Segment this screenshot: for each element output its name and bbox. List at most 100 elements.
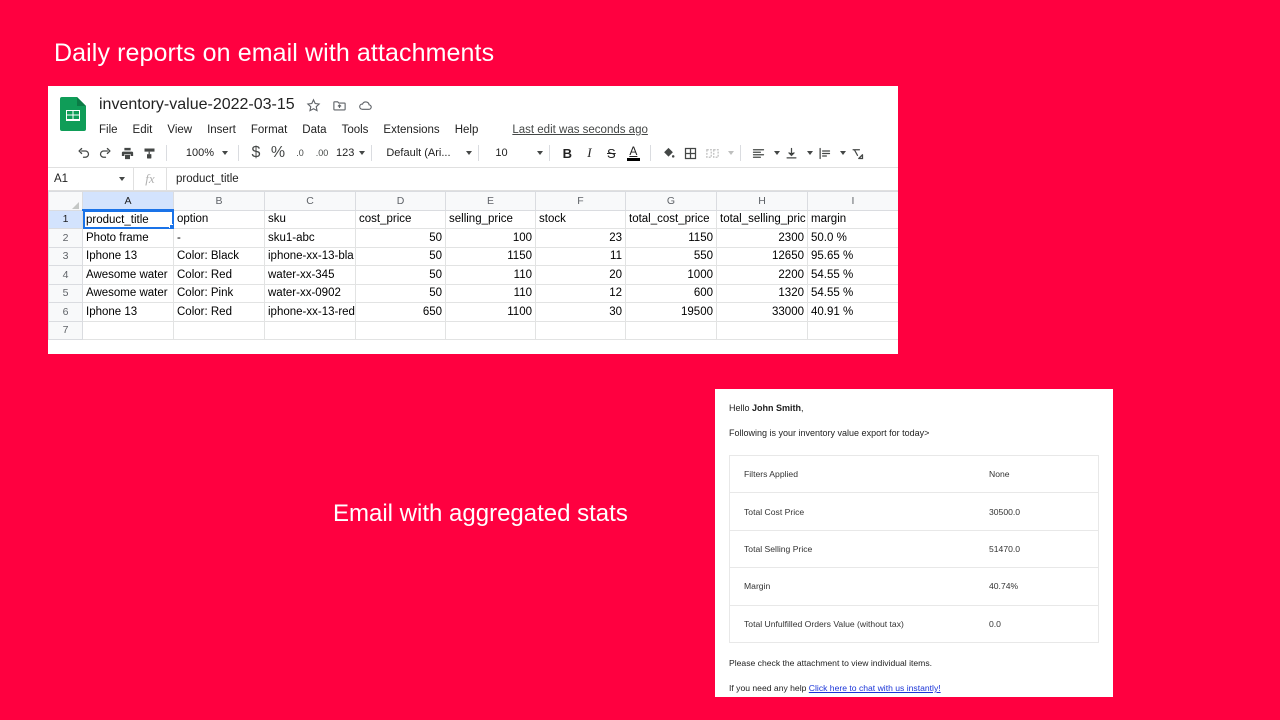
row-header-2[interactable]: 2 [48,228,83,248]
number-format-label[interactable]: 123 [333,142,354,164]
document-title[interactable]: inventory-value-2022-03-15 [99,96,295,114]
column-header-b[interactable]: B [173,191,265,211]
column-header-c[interactable]: C [264,191,356,211]
column-header-g[interactable]: G [625,191,717,211]
name-box[interactable]: A1 [48,168,133,190]
column-header-a[interactable]: A [82,191,174,211]
column-header-h[interactable]: H [716,191,808,211]
cell-g7[interactable] [625,320,717,340]
menu-item-extensions[interactable]: Extensions [383,124,439,136]
cell-b3[interactable]: Color: Black [173,246,265,266]
cell-b6[interactable]: Color: Red [173,302,265,322]
cell-b7[interactable] [173,320,265,340]
cell-h4[interactable]: 2200 [716,265,808,285]
cell-b2[interactable]: - [173,228,265,248]
cell-a5[interactable]: Awesome water [82,283,174,303]
row-header-4[interactable]: 4 [48,265,83,285]
cell-i4[interactable]: 54.55 % [807,265,898,285]
row-header-1[interactable]: 1 [48,209,83,229]
currency-format-button[interactable]: $ [245,142,267,164]
cell-h7[interactable] [716,320,808,340]
text-rotation-icon[interactable] [846,142,868,164]
cell-i5[interactable]: 54.55 % [807,283,898,303]
strikethrough-button[interactable]: S [600,142,622,164]
cell-f7[interactable] [535,320,626,340]
cell-c1[interactable]: sku [264,209,356,229]
cell-f4[interactable]: 20 [535,265,626,285]
cell-f2[interactable]: 23 [535,228,626,248]
cell-i3[interactable]: 95.65 % [807,246,898,266]
cell-c7[interactable] [264,320,356,340]
paint-format-icon[interactable] [138,142,160,164]
menu-item-help[interactable]: Help [455,124,479,136]
move-to-folder-icon[interactable] [332,98,347,113]
borders-icon[interactable] [679,142,701,164]
fill-color-icon[interactable] [657,142,679,164]
font-family-selector[interactable]: Default (Ari... [378,142,473,164]
increase-decimal-button[interactable]: .00 [311,142,333,164]
cell-b5[interactable]: Color: Pink [173,283,265,303]
column-header-d[interactable]: D [355,191,446,211]
cell-a6[interactable]: Iphone 13 [82,302,174,322]
cell-h2[interactable]: 2300 [716,228,808,248]
cell-a4[interactable]: Awesome water [82,265,174,285]
bold-button[interactable]: B [556,142,578,164]
cell-g5[interactable]: 600 [625,283,717,303]
cell-d1[interactable]: cost_price [355,209,446,229]
menu-item-format[interactable]: Format [251,124,287,136]
cell-f1[interactable]: stock [535,209,626,229]
zoom-selector[interactable]: 100% [173,142,232,164]
cell-c3[interactable]: iphone-xx-13-bla [264,246,356,266]
cell-i6[interactable]: 40.91 % [807,302,898,322]
menu-item-data[interactable]: Data [302,124,326,136]
row-header-3[interactable]: 3 [48,246,83,266]
cell-h5[interactable]: 1320 [716,283,808,303]
chat-support-link[interactable]: Click here to chat with us instantly! [809,683,941,693]
cell-h6[interactable]: 33000 [716,302,808,322]
cell-g3[interactable]: 550 [625,246,717,266]
decrease-decimal-button[interactable]: .0 [289,142,311,164]
cell-i2[interactable]: 50.0 % [807,228,898,248]
chevron-down-icon[interactable] [359,151,366,155]
horizontal-align-icon[interactable] [747,142,769,164]
cell-c6[interactable]: iphone-xx-13-red [264,302,356,322]
cell-e3[interactable]: 1150 [445,246,536,266]
menu-item-edit[interactable]: Edit [133,124,153,136]
cell-a1[interactable]: product_title [82,209,174,229]
cell-d6[interactable]: 650 [355,302,446,322]
cell-f6[interactable]: 30 [535,302,626,322]
cell-e6[interactable]: 1100 [445,302,536,322]
menu-item-view[interactable]: View [167,124,192,136]
cell-e7[interactable] [445,320,536,340]
undo-icon[interactable] [72,142,94,164]
cell-f3[interactable]: 11 [535,246,626,266]
cell-f5[interactable]: 12 [535,283,626,303]
menu-item-tools[interactable]: Tools [342,124,369,136]
percent-format-button[interactable]: % [267,142,289,164]
cell-g4[interactable]: 1000 [625,265,717,285]
column-header-f[interactable]: F [535,191,626,211]
cell-e2[interactable]: 100 [445,228,536,248]
cell-a3[interactable]: Iphone 13 [82,246,174,266]
last-edit-status[interactable]: Last edit was seconds ago [512,124,648,136]
row-header-6[interactable]: 6 [48,302,83,322]
select-all-corner[interactable] [48,191,83,211]
menu-item-insert[interactable]: Insert [207,124,236,136]
cell-g2[interactable]: 1150 [625,228,717,248]
cell-e4[interactable]: 110 [445,265,536,285]
merge-cells-icon[interactable] [701,142,723,164]
cell-d4[interactable]: 50 [355,265,446,285]
chevron-down-icon[interactable] [728,151,735,155]
cell-d7[interactable] [355,320,446,340]
cell-h1[interactable]: total_selling_pric [716,209,808,229]
cell-g6[interactable]: 19500 [625,302,717,322]
print-icon[interactable] [116,142,138,164]
cell-b4[interactable]: Color: Red [173,265,265,285]
vertical-align-icon[interactable] [780,142,802,164]
cell-c2[interactable]: sku1-abc [264,228,356,248]
cell-d5[interactable]: 50 [355,283,446,303]
cell-c4[interactable]: water-xx-345 [264,265,356,285]
column-header-i[interactable]: I [807,191,898,211]
text-color-button[interactable]: A [622,142,644,164]
text-wrap-icon[interactable] [813,142,835,164]
